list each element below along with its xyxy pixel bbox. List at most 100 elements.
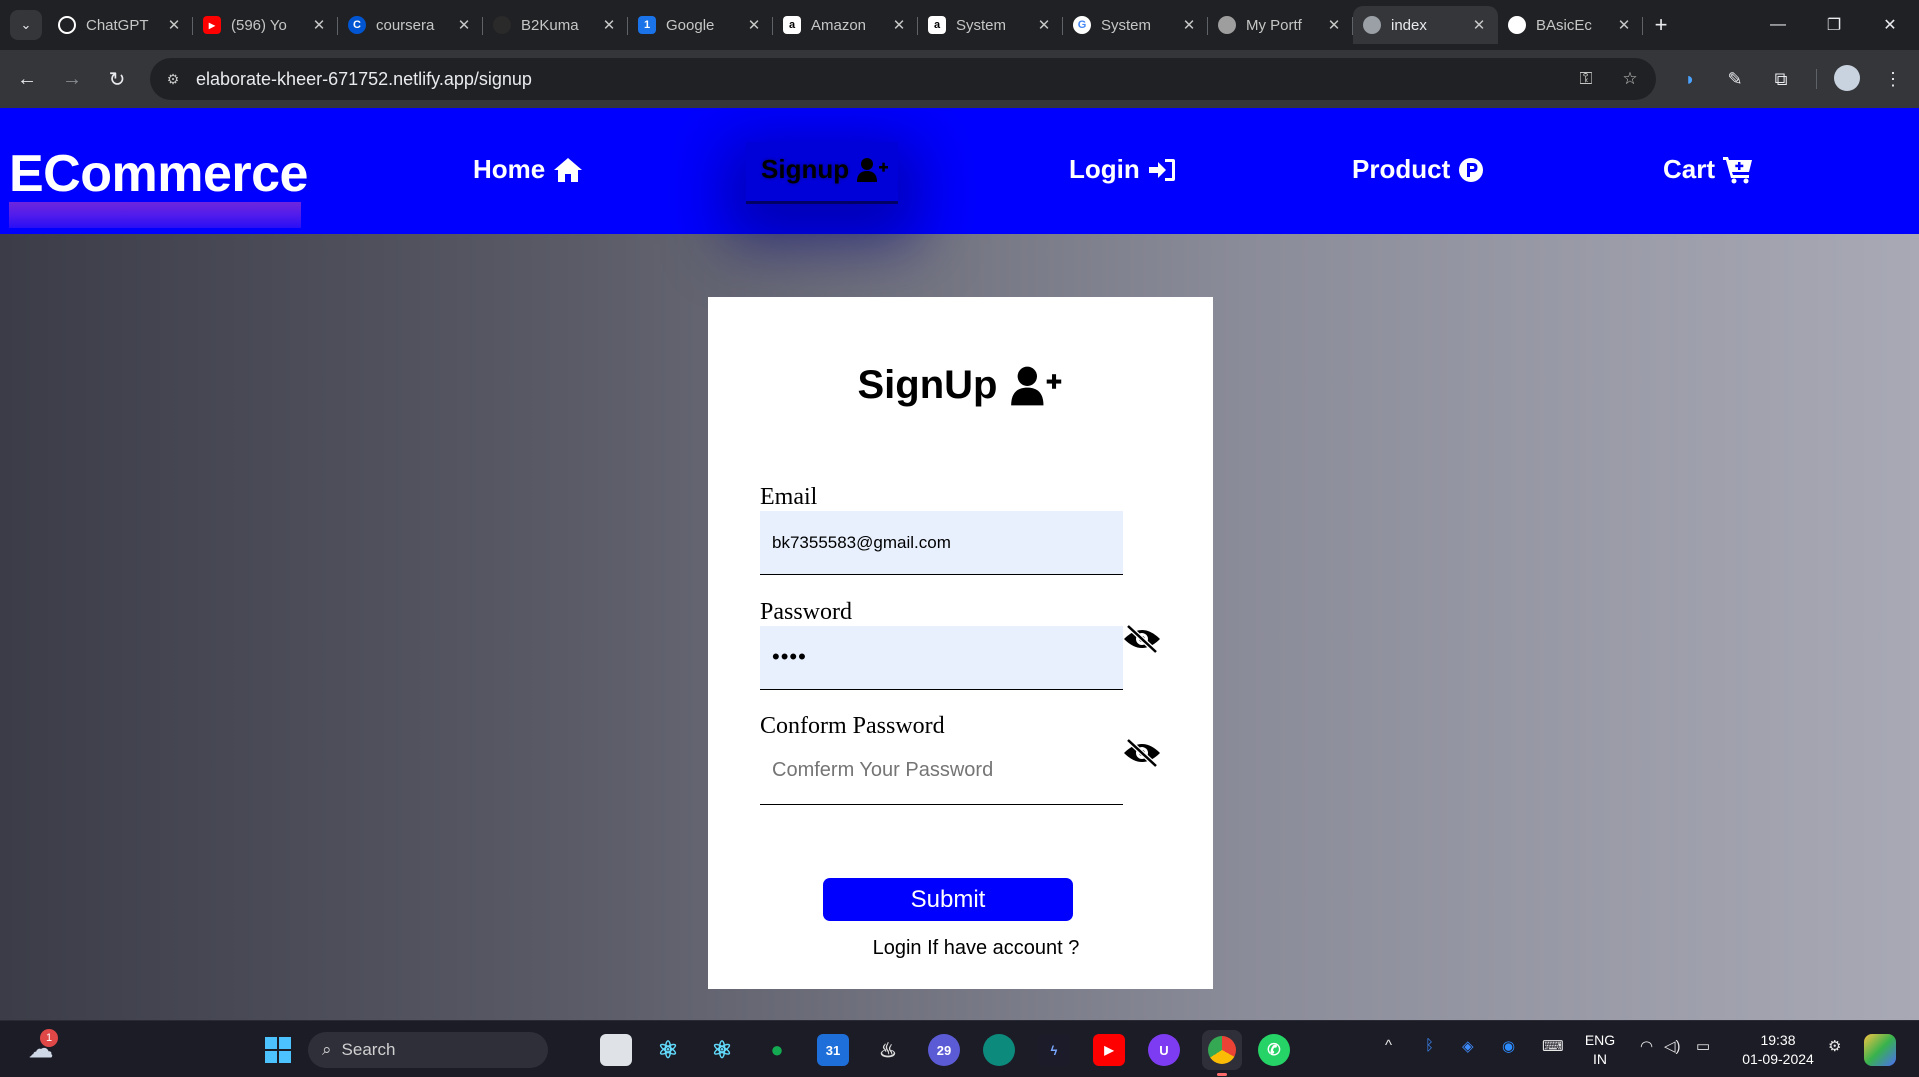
- region-code: IN: [1593, 1051, 1607, 1067]
- close-icon[interactable]: ✕: [600, 16, 618, 34]
- shield-icon[interactable]: ◈: [1462, 1037, 1474, 1055]
- restore-button[interactable]: ❐: [1805, 0, 1863, 50]
- browser-tab[interactable]: 1 Google ✕: [628, 6, 773, 44]
- browser-tab[interactable]: G System ✕: [1063, 6, 1208, 44]
- brand-logo[interactable]: ECommerce: [9, 144, 308, 204]
- browser-tab[interactable]: a System ✕: [918, 6, 1063, 44]
- mongodb-icon[interactable]: ●: [761, 1034, 793, 1066]
- tab-title: (596) Yo: [231, 16, 287, 34]
- edge-icon[interactable]: [983, 1034, 1015, 1066]
- submit-button[interactable]: Submit: [823, 878, 1073, 921]
- close-icon[interactable]: ✕: [1615, 16, 1633, 34]
- youtube-icon[interactable]: ▶: [1093, 1034, 1125, 1066]
- taskbar-search[interactable]: ⌕ Search: [308, 1032, 548, 1068]
- url-text[interactable]: elaborate-kheer-671752.netlify.app/signu…: [196, 69, 532, 90]
- extension-icon[interactable]: ◗: [1675, 64, 1705, 94]
- notifications-icon[interactable]: ⚙: [1828, 1037, 1841, 1055]
- zoom-icon[interactable]: ◉: [1502, 1037, 1515, 1055]
- close-icon[interactable]: ✕: [1180, 16, 1198, 34]
- close-window-button[interactable]: ✕: [1861, 0, 1919, 50]
- close-icon[interactable]: ✕: [1470, 16, 1488, 34]
- product-p-icon: [1459, 157, 1484, 182]
- nav-login-label: Login: [1069, 154, 1140, 184]
- nav-signup[interactable]: Signup: [761, 154, 889, 185]
- email-value: bk7355583@gmail.com: [772, 533, 951, 552]
- browser-tab[interactable]: ChatGPT ✕: [48, 6, 193, 44]
- react-app-icon[interactable]: ⚛: [706, 1034, 738, 1066]
- wifi-icon[interactable]: ◠: [1640, 1037, 1653, 1055]
- close-icon[interactable]: ✕: [310, 16, 328, 34]
- app-icon[interactable]: ϟ: [1038, 1034, 1070, 1066]
- chatgpt-icon: [58, 16, 76, 34]
- restore-icon: ❐: [1826, 17, 1842, 34]
- copilot-icon[interactable]: [1864, 1034, 1896, 1066]
- browser-tab[interactable]: BAsicEc ✕: [1498, 6, 1643, 44]
- language-indicator[interactable]: ENG IN: [1582, 1031, 1618, 1069]
- nav-login[interactable]: Login: [1069, 154, 1176, 185]
- password-key-icon[interactable]: ⚿: [1574, 67, 1598, 91]
- tab-search-button[interactable]: ⌄: [10, 10, 42, 40]
- nav-product[interactable]: Product: [1352, 154, 1484, 185]
- login-link[interactable]: Login If have account ?: [708, 937, 1244, 960]
- close-icon[interactable]: ✕: [745, 16, 763, 34]
- bluetooth-icon[interactable]: ᛒ: [1425, 1037, 1434, 1054]
- nav-product-label: Product: [1352, 154, 1451, 184]
- notification-badge: 1: [40, 1029, 58, 1047]
- nav-home[interactable]: Home: [473, 154, 583, 185]
- reload-button[interactable]: ↻: [101, 63, 133, 95]
- close-icon[interactable]: ✕: [1035, 16, 1053, 34]
- site-info-icon[interactable]: ⚙: [160, 66, 186, 92]
- browser-tab[interactable]: My Portf ✕: [1208, 6, 1353, 44]
- tab-title: ChatGPT: [86, 16, 149, 34]
- github-icon: [493, 16, 511, 34]
- nav-cart[interactable]: Cart: [1663, 154, 1753, 185]
- calendar-icon[interactable]: 31: [817, 1034, 849, 1066]
- chrome-taskbar-button[interactable]: [1202, 1030, 1242, 1070]
- arrow-right-icon: →: [62, 67, 82, 90]
- email-field[interactable]: bk7355583@gmail.com: [760, 511, 1123, 575]
- menu-kebab-icon[interactable]: ⋮: [1878, 64, 1908, 94]
- password-field[interactable]: ••••: [760, 626, 1123, 690]
- whatsapp-icon[interactable]: ✆: [1258, 1034, 1290, 1066]
- browser-tab[interactable]: B2Kuma ✕: [483, 6, 628, 44]
- browser-tab[interactable]: a Amazon ✕: [773, 6, 918, 44]
- confirm-password-field[interactable]: Comferm Your Password: [760, 741, 1123, 805]
- app-badge-icon[interactable]: 29: [928, 1034, 960, 1066]
- back-button[interactable]: ←: [11, 63, 43, 95]
- address-bar[interactable]: ⚙ elaborate-kheer-671752.netlify.app/sig…: [150, 58, 1656, 100]
- battery-icon[interactable]: ▭: [1696, 1037, 1710, 1055]
- taskbar-search-label: Search: [341, 1040, 396, 1059]
- bookmark-star-icon[interactable]: ☆: [1618, 67, 1642, 91]
- eye-slash-icon[interactable]: [1122, 738, 1162, 768]
- confirm-password-label: Conform Password: [760, 713, 945, 739]
- eyedropper-icon[interactable]: ✎: [1720, 64, 1750, 94]
- browser-tab[interactable]: C coursera ✕: [338, 6, 483, 44]
- close-icon[interactable]: ✕: [1325, 16, 1343, 34]
- clock[interactable]: 19:38 01-09-2024: [1738, 1031, 1818, 1069]
- react-app-icon[interactable]: ⚛: [652, 1034, 684, 1066]
- windows-taskbar: ☁ 1 ⌕ Search ⚛ ⚛ ● 31 ♨ 29 ϟ ▶ U ✆ ^ ᛒ ◈…: [0, 1020, 1919, 1077]
- portfolio-avatar-icon: [1218, 16, 1236, 34]
- browser-tab-bar: ⌄ ChatGPT ✕ ▶ (596) Yo ✕ C coursera ✕ B2…: [0, 0, 1919, 50]
- search-icon: ⌕: [322, 1040, 332, 1059]
- extensions-puzzle-icon[interactable]: ⧉: [1766, 64, 1796, 94]
- start-button[interactable]: [262, 1034, 294, 1066]
- volume-icon[interactable]: ◁): [1664, 1037, 1681, 1055]
- task-view-icon[interactable]: [600, 1034, 632, 1066]
- app-u-icon[interactable]: U: [1148, 1034, 1180, 1066]
- browser-tab[interactable]: ▶ (596) Yo ✕: [193, 6, 338, 44]
- app-icon[interactable]: ♨: [872, 1034, 904, 1066]
- profile-avatar[interactable]: [1834, 65, 1860, 91]
- tab-title: Google: [666, 16, 715, 34]
- chevron-up-icon[interactable]: ^: [1385, 1037, 1392, 1054]
- forward-button[interactable]: →: [56, 63, 88, 95]
- close-icon[interactable]: ✕: [890, 16, 908, 34]
- minimize-button[interactable]: —: [1749, 0, 1807, 50]
- eye-slash-icon[interactable]: [1122, 624, 1162, 654]
- close-icon[interactable]: ✕: [455, 16, 473, 34]
- close-icon[interactable]: ✕: [165, 16, 183, 34]
- new-tab-button[interactable]: +: [1643, 6, 1679, 44]
- browser-tab-active[interactable]: index ✕: [1353, 6, 1498, 44]
- keyboard-icon[interactable]: ⌨: [1542, 1037, 1564, 1055]
- site-navbar: ECommerce Home Signup Login Product Cart: [0, 108, 1919, 234]
